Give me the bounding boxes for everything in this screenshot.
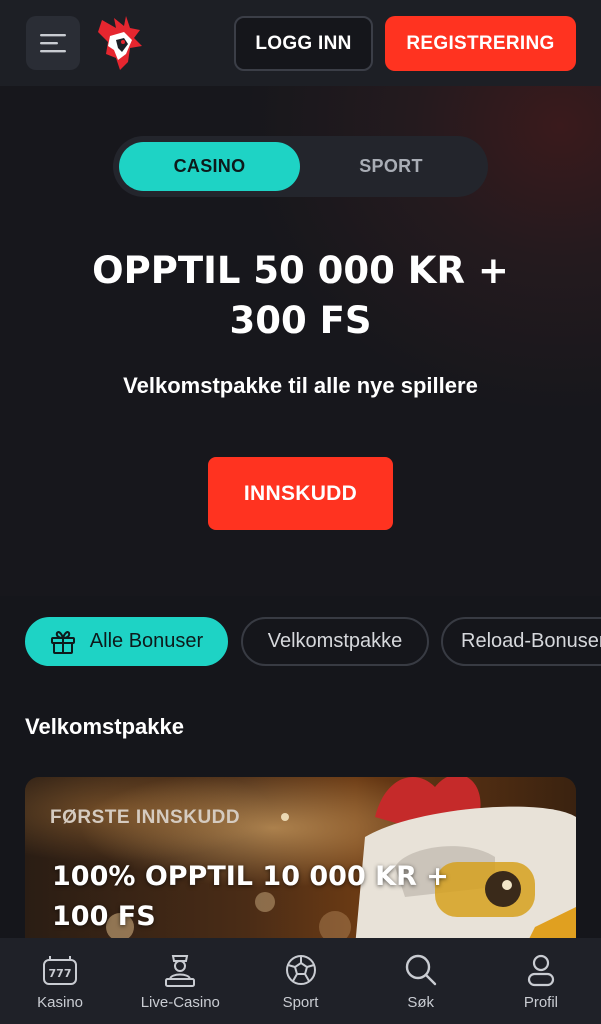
rooster-logo-icon[interactable] bbox=[94, 14, 146, 72]
login-button[interactable]: LOGG INN bbox=[234, 16, 373, 71]
filter-chip-all-bonuses[interactable]: Alle Bonuser bbox=[25, 617, 228, 666]
hero-title-line2: 300 FS bbox=[229, 299, 372, 342]
nav-item-live-casino[interactable]: Live-Casino bbox=[120, 938, 240, 1024]
promo-card-label: FØRSTE INNSKUDD bbox=[50, 807, 241, 828]
hero-title-line1: OPPTIL 50 000 KR + bbox=[92, 249, 509, 292]
nav-label: Kasino bbox=[37, 994, 84, 1011]
promo-card-title-line1: 100% OPPTIL 10 000 KR + bbox=[52, 861, 449, 892]
hero-title: OPPTIL 50 000 KR + 300 FS bbox=[0, 246, 601, 346]
nav-item-profile[interactable]: Profil bbox=[481, 938, 601, 1024]
top-header: LOGG INN REGISTRERING bbox=[0, 0, 601, 86]
tab-casino[interactable]: CASINO bbox=[119, 142, 300, 191]
filter-chip-label: Alle Bonuser bbox=[89, 630, 204, 652]
hero-banner: CASINO SPORT OPPTIL 50 000 KR + 300 FS V… bbox=[0, 86, 601, 596]
promo-card-title-line2: 100 FS bbox=[52, 901, 156, 932]
section-title: Velkomstpakke bbox=[25, 714, 184, 739]
nav-item-search[interactable]: Søk bbox=[361, 938, 481, 1024]
user-icon bbox=[526, 950, 556, 990]
nav-label: Søk bbox=[407, 994, 435, 1011]
tab-sport[interactable]: SPORT bbox=[300, 142, 482, 191]
deposit-button[interactable]: INNSKUDD bbox=[208, 457, 393, 530]
nav-label: Profil bbox=[523, 994, 558, 1011]
nav-item-sport[interactable]: Sport bbox=[240, 938, 360, 1024]
nav-label: Live-Casino bbox=[140, 994, 220, 1011]
promo-card-title: 100% OPPTIL 10 000 KR + 100 FS bbox=[52, 857, 449, 937]
hero-subtitle: Velkomstpakke til alle nye spillere bbox=[123, 373, 478, 398]
menu-button[interactable] bbox=[26, 16, 80, 70]
filter-chip-reload[interactable]: Reload-Bonuser bbox=[441, 617, 601, 666]
bottom-navigation: 777 Kasino Live-Casino Sport Søk Profil bbox=[0, 938, 601, 1024]
svg-text:777: 777 bbox=[49, 967, 72, 980]
dealer-icon bbox=[164, 950, 196, 990]
bonus-filter-bar: Alle Bonuser Velkomstpakke Reload-Bonuse… bbox=[25, 617, 601, 667]
search-icon bbox=[404, 950, 438, 990]
nav-item-kasino[interactable]: 777 Kasino bbox=[0, 938, 120, 1024]
nav-label: Sport bbox=[282, 994, 319, 1011]
register-button[interactable]: REGISTRERING bbox=[385, 16, 576, 71]
gift-icon bbox=[50, 630, 76, 654]
product-toggle: CASINO SPORT bbox=[113, 136, 488, 197]
promo-card[interactable]: FØRSTE INNSKUDD 100% OPPTIL 10 000 KR + … bbox=[25, 777, 576, 947]
soccer-ball-icon bbox=[284, 950, 318, 990]
hamburger-icon bbox=[40, 34, 66, 53]
filter-chip-welcome[interactable]: Velkomstpakke bbox=[241, 617, 429, 666]
slot-777-icon: 777 bbox=[42, 950, 78, 990]
